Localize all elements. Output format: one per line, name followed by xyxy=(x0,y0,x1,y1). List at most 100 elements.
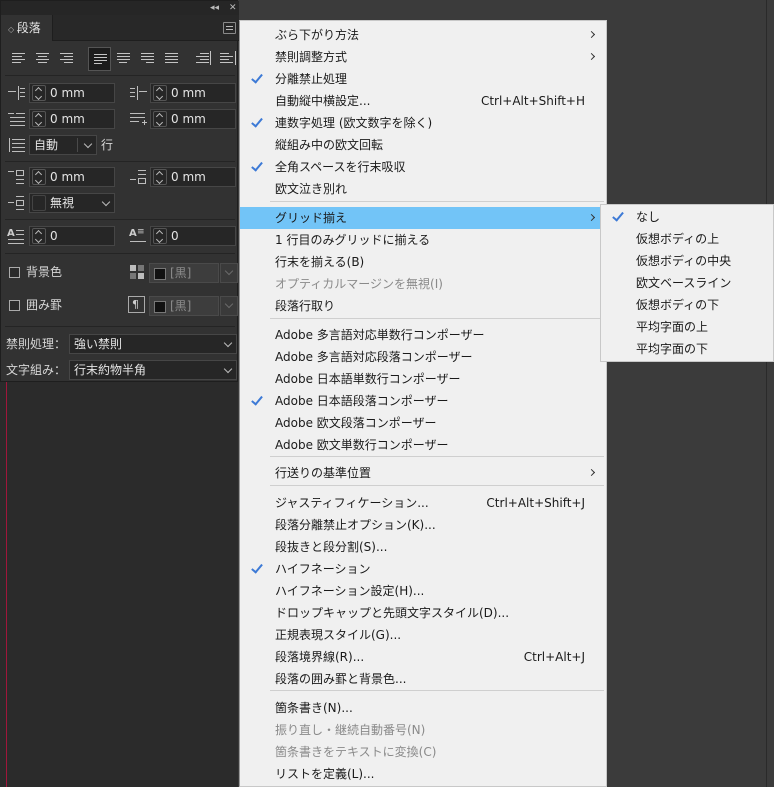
panel-divider xyxy=(5,253,235,254)
alignment-buttons xyxy=(7,47,238,71)
panel-menu-button[interactable] xyxy=(223,22,236,34)
auto-leading-dropdown[interactable]: 自動 xyxy=(29,135,97,155)
menu-item[interactable]: Adobe 多言語対応単数行コンポーザー xyxy=(240,324,606,346)
align-spine-icon[interactable] xyxy=(191,47,214,71)
menu-item[interactable]: 分離禁止処理 xyxy=(240,68,606,90)
menu-item[interactable]: ドロップキャップと先頭文字スタイル(D)... xyxy=(240,602,606,624)
stepper-icon[interactable] xyxy=(153,85,167,101)
menu-item[interactable]: 段落の囲み罫と背景色... xyxy=(240,668,606,690)
drop-cap-chars-field[interactable]: 0 xyxy=(150,226,236,246)
auto-leading-value: 自動 xyxy=(34,138,59,152)
shading-color-field[interactable]: [黒] xyxy=(149,263,219,283)
justify-right-icon[interactable] xyxy=(136,47,159,71)
stepper-icon[interactable] xyxy=(32,111,46,127)
menu-item[interactable]: Adobe 欧文単数行コンポーザー xyxy=(240,434,606,456)
menu-item[interactable]: グリッド揃え xyxy=(240,207,606,229)
right-indent-field[interactable]: 0 mm xyxy=(150,83,236,103)
space-after-value: 0 mm xyxy=(171,170,206,184)
menu-separator xyxy=(270,690,604,691)
close-icon[interactable]: ✕ xyxy=(229,2,237,14)
menu-item[interactable]: 行末を揃える(B) xyxy=(240,251,606,273)
submenu-item[interactable]: 欧文ベースライン xyxy=(601,272,773,294)
space-after-icon xyxy=(128,167,148,187)
menu-item[interactable]: ジャスティフィケーション... Ctrl+Alt+Shift+J xyxy=(240,492,606,514)
space-after-field[interactable]: 0 mm xyxy=(150,167,236,187)
menu-item[interactable]: 縦組み中の欧文回転 xyxy=(240,134,606,156)
drop-cap-chars-icon: A ≡ xyxy=(128,226,148,246)
align-right-icon[interactable] xyxy=(55,47,78,71)
shading-color-dropdown[interactable] xyxy=(220,263,238,283)
panel-context-menu: ぶら下がり方法 禁則調整方式 分離禁止処理 自動縦中横設定... Ctrl+Alt+Sh… xyxy=(239,20,607,787)
chevron-down-icon xyxy=(83,139,93,149)
menu-item-label: 1 行目のみグリッドに揃える xyxy=(275,233,431,247)
menu-item[interactable]: 段抜きと段分割(S)... xyxy=(240,536,606,558)
menu-item[interactable]: Adobe 日本語段落コンポーザー xyxy=(240,390,606,412)
dropdown-divider xyxy=(77,138,78,152)
menu-item[interactable]: 段落境界線(R)... Ctrl+Alt+J xyxy=(240,646,606,668)
canvas-scrollbar[interactable] xyxy=(766,0,774,787)
menu-item[interactable]: リストを定義(L)... xyxy=(240,763,606,785)
page-margin-guide xyxy=(6,382,7,787)
space-before-icon xyxy=(6,167,26,187)
border-color-field[interactable]: [黒] xyxy=(149,296,219,316)
submenu-item[interactable]: 仮想ボディの上 xyxy=(601,228,773,250)
space-before-field[interactable]: 0 mm xyxy=(29,167,115,187)
stepper-icon[interactable] xyxy=(32,228,46,244)
menu-item[interactable]: 1 行目のみグリッドに揃える xyxy=(240,229,606,251)
menu-item[interactable]: 連数字処理 (欧文数字を除く) xyxy=(240,112,606,134)
collapse-icon[interactable]: ◂◂ xyxy=(210,2,219,14)
menu-item[interactable]: 正規表現スタイル(G)... xyxy=(240,624,606,646)
grid-align-value: 無視 xyxy=(50,196,75,210)
tab-paragraph-label: 段落 xyxy=(16,21,41,35)
menu-item[interactable]: Adobe 日本語単数行コンポーザー xyxy=(240,368,606,390)
menu-item[interactable]: 欧文泣き別れ xyxy=(240,178,606,200)
menu-item[interactable]: 禁則調整方式 xyxy=(240,46,606,68)
stepper-icon xyxy=(32,195,46,211)
drop-cap-lines-field[interactable]: 0 xyxy=(29,226,115,246)
grid-align-dropdown[interactable]: 無視 xyxy=(29,193,115,213)
align-center-icon[interactable] xyxy=(31,47,54,71)
menu-item-label: Adobe 欧文段落コンポーザー xyxy=(275,416,437,430)
stepper-icon[interactable] xyxy=(32,169,46,185)
border-checkbox[interactable] xyxy=(9,300,20,311)
stepper-icon[interactable] xyxy=(32,85,46,101)
kinsoku-dropdown[interactable]: 強い禁則 xyxy=(69,334,237,354)
justify-all-icon[interactable] xyxy=(160,47,183,71)
left-indent-field[interactable]: 0 mm xyxy=(29,83,115,103)
align-left-icon[interactable] xyxy=(7,47,30,71)
menu-item[interactable]: 段落分離禁止オプション(K)... xyxy=(240,514,606,536)
submenu-item[interactable]: なし xyxy=(601,206,773,228)
tab-paragraph[interactable]: ◇ 段落 xyxy=(1,15,53,41)
menu-item[interactable]: 段落行取り xyxy=(240,295,606,317)
stepper-icon[interactable] xyxy=(153,111,167,127)
menu-item[interactable]: ハイフネーション xyxy=(240,558,606,580)
menu-item[interactable]: 全角スペースを行末吸収 xyxy=(240,156,606,178)
justify-center-icon[interactable] xyxy=(112,47,135,71)
stepper-icon[interactable] xyxy=(153,169,167,185)
menu-item[interactable]: 行送りの基準位置 xyxy=(240,462,606,484)
menu-item-label: 正規表現スタイル(G)... xyxy=(275,628,402,642)
stepper-icon[interactable] xyxy=(153,228,167,244)
mojikumi-dropdown[interactable]: 行末約物半角 xyxy=(69,360,237,380)
right-indent-value: 0 mm xyxy=(171,86,206,100)
shading-checkbox[interactable] xyxy=(9,267,20,278)
first-line-indent-field[interactable]: 0 mm xyxy=(29,109,115,129)
submenu-item[interactable]: 仮想ボディの下 xyxy=(601,294,773,316)
menu-separator xyxy=(270,485,604,486)
menu-item[interactable]: Adobe 多言語対応段落コンポーザー xyxy=(240,346,606,368)
menu-item[interactable]: ハイフネーション設定(H)... xyxy=(240,580,606,602)
last-line-indent-field[interactable]: 0 mm xyxy=(150,109,236,129)
menu-item[interactable]: 箇条書き(N)... xyxy=(240,697,606,719)
submenu-item[interactable]: 平均字面の上 xyxy=(601,316,773,338)
align-away-spine-icon[interactable] xyxy=(215,47,238,71)
submenu-item[interactable]: 平均字面の下 xyxy=(601,338,773,360)
submenu-item[interactable]: 仮想ボディの中央 xyxy=(601,250,773,272)
submenu-item-label: なし xyxy=(636,210,661,224)
menu-item[interactable]: 自動縦中横設定... Ctrl+Alt+Shift+H xyxy=(240,90,606,112)
menu-item-label: 全角スペースを行末吸収 xyxy=(275,160,406,174)
menu-item[interactable]: Adobe 欧文段落コンポーザー xyxy=(240,412,606,434)
kinsoku-value: 強い禁則 xyxy=(74,337,123,351)
border-color-dropdown[interactable] xyxy=(220,296,238,316)
menu-item[interactable]: ぶら下がり方法 xyxy=(240,24,606,46)
justify-left-icon[interactable] xyxy=(88,47,111,71)
